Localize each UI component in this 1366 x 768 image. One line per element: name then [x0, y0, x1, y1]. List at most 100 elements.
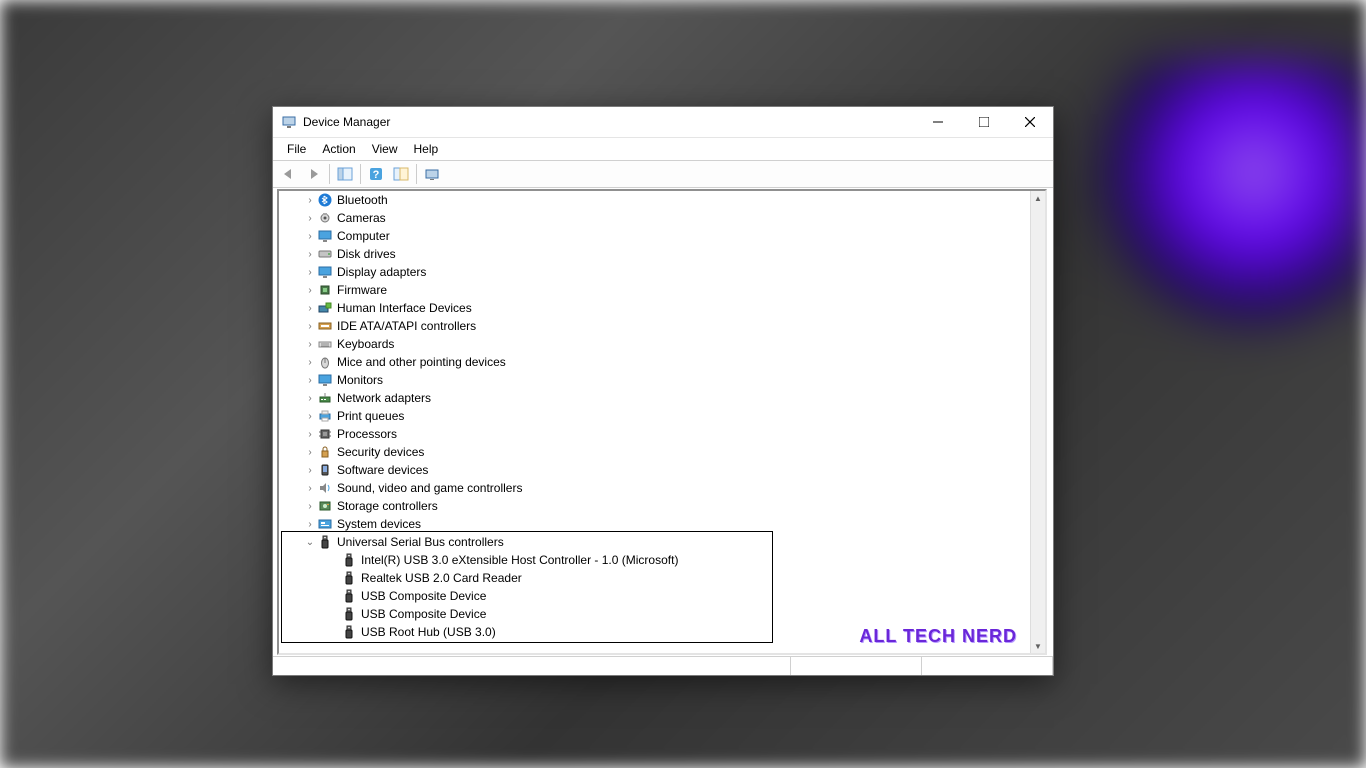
usb-icon [317, 534, 333, 550]
nav-forward-button[interactable] [302, 162, 326, 186]
usb-icon [341, 552, 357, 568]
menu-help[interactable]: Help [406, 140, 447, 158]
tree-category[interactable]: › Print queues [279, 407, 1031, 425]
tree-category-label: Print queues [337, 409, 404, 423]
maximize-button[interactable] [961, 107, 1007, 137]
tree-category[interactable]: ›Mice and other pointing devices [279, 353, 1031, 371]
toolbar-separator [329, 164, 330, 184]
device-manager-window: Device Manager File Action View Help ? ›… [272, 106, 1054, 676]
tree-category[interactable]: ›Computer [279, 227, 1031, 245]
toolbar-separator [360, 164, 361, 184]
help-button[interactable]: ? [364, 162, 388, 186]
security-icon [317, 444, 333, 460]
tree-category[interactable]: ›Disk drives [279, 245, 1031, 263]
sound-icon [317, 480, 333, 496]
status-pane-3 [922, 657, 1053, 675]
tree-category[interactable]: ›Monitors [279, 371, 1031, 389]
tree-device[interactable]: Realtek USB 2.0 Card Reader [279, 569, 1031, 587]
expand-icon[interactable]: › [303, 483, 317, 494]
bluetooth-icon [317, 192, 333, 208]
window-title: Device Manager [303, 115, 915, 129]
hid-icon [317, 300, 333, 316]
monitor-icon [317, 264, 333, 280]
cpu-icon [317, 426, 333, 442]
expand-icon[interactable]: › [303, 231, 317, 242]
tree-category-label: Processors [337, 427, 397, 441]
expand-icon[interactable]: › [303, 321, 317, 332]
expand-icon[interactable]: › [303, 501, 317, 512]
scroll-track[interactable] [1031, 205, 1045, 639]
tree-panel: ›Bluetooth›Cameras›Computer›Disk drives›… [277, 189, 1047, 655]
expand-icon[interactable]: › [303, 519, 317, 530]
tree-device-label: Intel(R) USB 3.0 eXtensible Host Control… [361, 553, 678, 567]
tree-category-label: Display adapters [337, 265, 426, 279]
tree-category-label: Sound, video and game controllers [337, 481, 522, 495]
expand-icon[interactable]: › [303, 375, 317, 386]
tree-category[interactable]: ⌄Universal Serial Bus controllers [279, 533, 1031, 551]
menu-action[interactable]: Action [314, 140, 363, 158]
tree-category-label: Security devices [337, 445, 424, 459]
tree-category[interactable]: › System devices [279, 515, 1031, 533]
tree-device-label: Realtek USB 2.0 Card Reader [361, 571, 522, 585]
tree-category[interactable]: › IDE ATA/ATAPI controllers [279, 317, 1031, 335]
tree-device[interactable]: USB Composite Device [279, 587, 1031, 605]
tree-category-label: Cameras [337, 211, 386, 225]
tree-category[interactable]: › Human Interface Devices [279, 299, 1031, 317]
expand-icon[interactable]: › [303, 465, 317, 476]
expand-icon[interactable]: › [303, 357, 317, 368]
menu-view[interactable]: View [364, 140, 406, 158]
expand-icon[interactable]: › [303, 285, 317, 296]
svg-text:?: ? [373, 169, 380, 181]
tree-device[interactable]: USB Composite Device [279, 605, 1031, 623]
tree-category[interactable]: › Cameras [279, 209, 1031, 227]
status-pane-2 [791, 657, 922, 675]
status-pane-1 [273, 657, 791, 675]
tree-category[interactable]: ›Bluetooth [279, 191, 1031, 209]
nav-back-button[interactable] [277, 162, 301, 186]
tree-category[interactable]: › Security devices [279, 443, 1031, 461]
minimize-button[interactable] [915, 107, 961, 137]
tree-category[interactable]: › Sound, video and game controllers [279, 479, 1031, 497]
vertical-scrollbar[interactable]: ▲ ▼ [1030, 191, 1045, 653]
device-tree[interactable]: ›Bluetooth›Cameras›Computer›Disk drives›… [279, 191, 1031, 653]
tree-category[interactable]: › Display adapters [279, 263, 1031, 281]
tree-device[interactable]: Intel(R) USB 3.0 eXtensible Host Control… [279, 551, 1031, 569]
camera-icon [317, 210, 333, 226]
tree-category[interactable]: › Firmware [279, 281, 1031, 299]
usb-icon [341, 606, 357, 622]
tree-category-label: Human Interface Devices [337, 301, 472, 315]
printer-icon [317, 408, 333, 424]
expand-icon[interactable]: › [303, 213, 317, 224]
scroll-up-arrow[interactable]: ▲ [1031, 191, 1045, 205]
expand-icon[interactable]: › [303, 429, 317, 440]
tree-category-label: Firmware [337, 283, 387, 297]
expand-icon[interactable]: › [303, 195, 317, 206]
expand-icon[interactable]: › [303, 339, 317, 350]
tree-category-label: Software devices [337, 463, 428, 477]
close-button[interactable] [1007, 107, 1053, 137]
expand-icon[interactable]: › [303, 249, 317, 260]
tree-category[interactable]: ›Network adapters [279, 389, 1031, 407]
properties-button[interactable] [389, 162, 413, 186]
scroll-down-arrow[interactable]: ▼ [1031, 639, 1045, 653]
show-hide-tree-button[interactable] [333, 162, 357, 186]
monitor-icon [317, 228, 333, 244]
scan-hardware-button[interactable] [420, 162, 444, 186]
expand-icon[interactable]: › [303, 411, 317, 422]
menu-file[interactable]: File [279, 140, 314, 158]
collapse-icon[interactable]: ⌄ [303, 537, 317, 548]
usb-icon [341, 570, 357, 586]
expand-icon[interactable]: › [303, 447, 317, 458]
expand-icon[interactable]: › [303, 267, 317, 278]
tree-category[interactable]: › Processors [279, 425, 1031, 443]
tree-category[interactable]: ›Storage controllers [279, 497, 1031, 515]
tree-category[interactable]: › Software devices [279, 461, 1031, 479]
expand-icon[interactable]: › [303, 303, 317, 314]
keyboard-icon [317, 336, 333, 352]
expand-icon[interactable]: › [303, 393, 317, 404]
tree-category-label: IDE ATA/ATAPI controllers [337, 319, 476, 333]
tree-category-label: System devices [337, 517, 421, 531]
tree-device-label: USB Composite Device [361, 589, 486, 603]
toolbar-separator [416, 164, 417, 184]
tree-category[interactable]: ›Keyboards [279, 335, 1031, 353]
